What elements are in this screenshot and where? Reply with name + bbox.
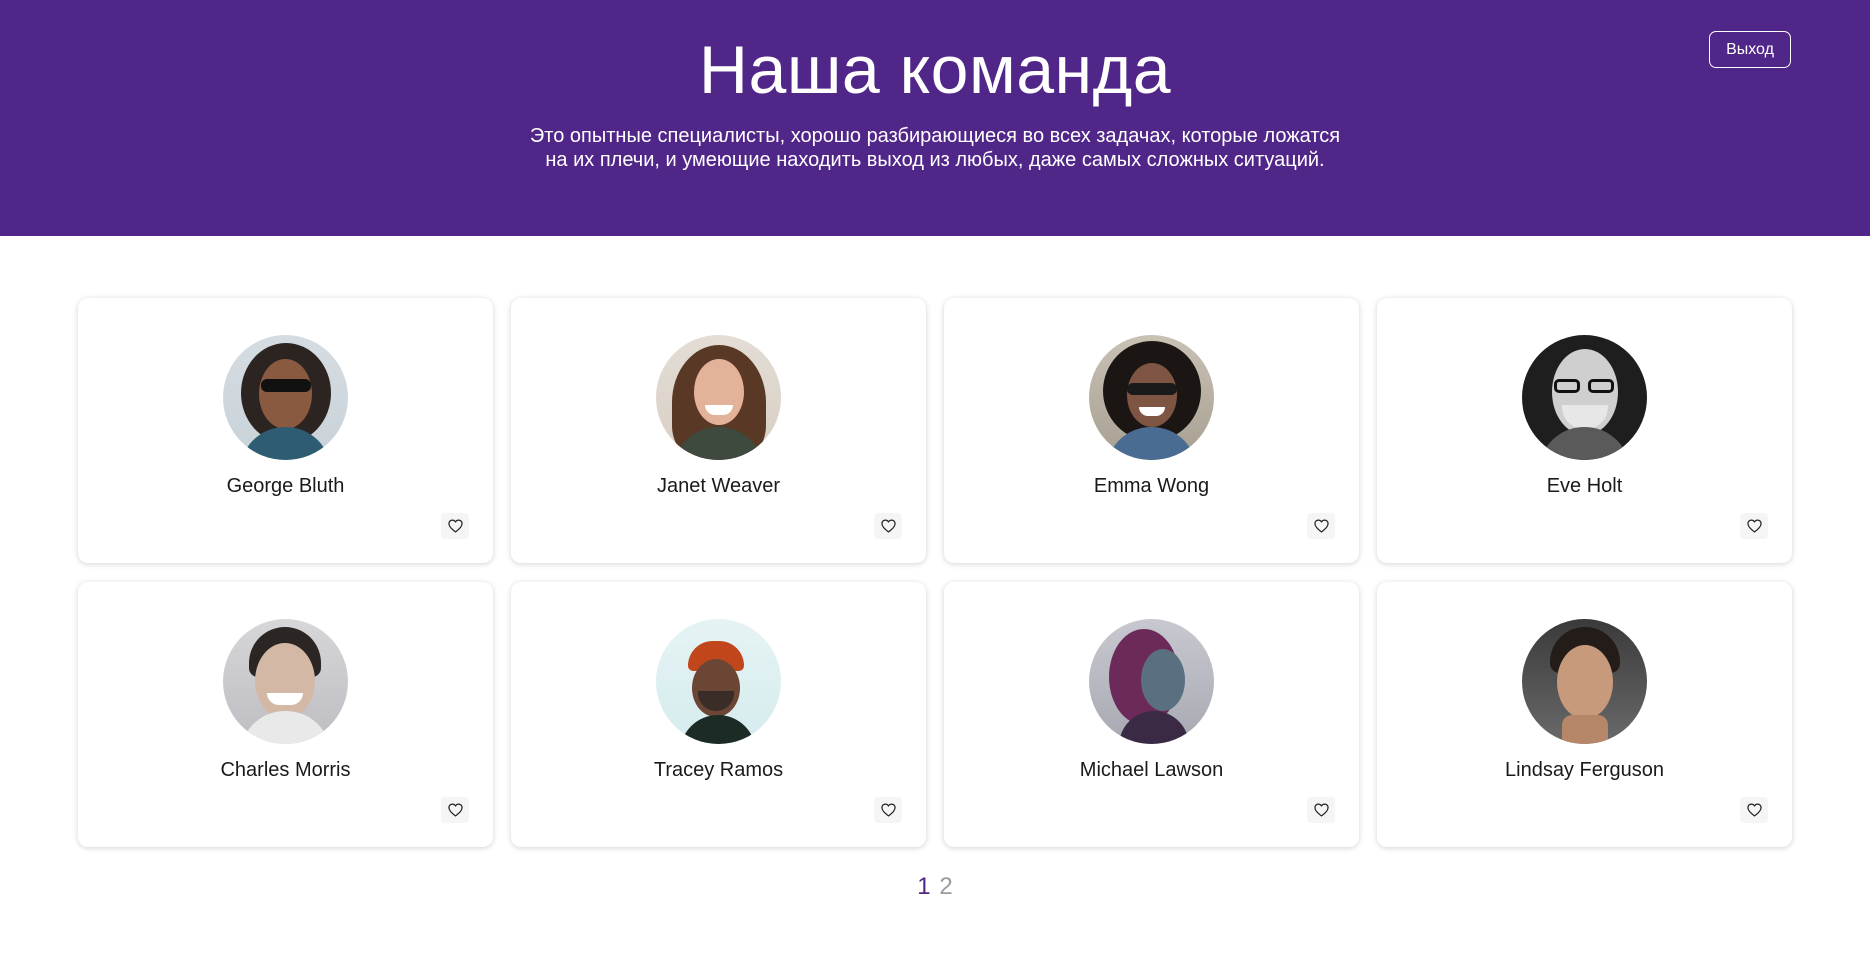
team-member-card[interactable]: Charles Morris bbox=[78, 582, 493, 847]
heart-outline-icon bbox=[880, 519, 896, 533]
member-name: Emma Wong bbox=[1093, 475, 1210, 497]
member-name: Lindsay Ferguson bbox=[1505, 759, 1664, 781]
logout-button[interactable]: Выход bbox=[1709, 31, 1791, 68]
avatar bbox=[1089, 619, 1214, 744]
heart-outline-icon bbox=[447, 803, 463, 817]
avatar bbox=[1522, 335, 1647, 460]
heart-outline-icon bbox=[1746, 519, 1762, 533]
like-button[interactable] bbox=[874, 797, 902, 823]
member-name: Eve Holt bbox=[1546, 475, 1623, 497]
team-member-card[interactable]: Lindsay Ferguson bbox=[1377, 582, 1792, 847]
like-button[interactable] bbox=[1740, 513, 1768, 539]
like-button[interactable] bbox=[441, 513, 469, 539]
team-member-card[interactable]: Emma Wong bbox=[944, 298, 1359, 563]
subtitle-line-2: на их плечи, и умеющие находить выход из… bbox=[545, 149, 1325, 171]
avatar bbox=[223, 335, 348, 460]
heart-outline-icon bbox=[880, 803, 896, 817]
heart-outline-icon bbox=[1313, 803, 1329, 817]
like-button[interactable] bbox=[874, 513, 902, 539]
team-member-card[interactable]: Eve Holt bbox=[1377, 298, 1792, 563]
like-button[interactable] bbox=[1740, 797, 1768, 823]
heart-outline-icon bbox=[1746, 803, 1762, 817]
like-button[interactable] bbox=[1307, 797, 1335, 823]
heart-outline-icon bbox=[447, 519, 463, 533]
team-member-card[interactable]: Janet Weaver bbox=[511, 298, 926, 563]
page-link-2[interactable]: 2 bbox=[939, 873, 952, 901]
page-subtitle: Это опытные специалисты, хорошо разбираю… bbox=[510, 124, 1360, 172]
team-member-card[interactable]: George Bluth bbox=[78, 298, 493, 563]
member-name: Michael Lawson bbox=[1079, 759, 1224, 781]
avatar bbox=[1522, 619, 1647, 744]
pagination: 1 2 bbox=[0, 873, 1870, 901]
like-button[interactable] bbox=[1307, 513, 1335, 539]
avatar bbox=[1089, 335, 1214, 460]
heart-outline-icon bbox=[1313, 519, 1329, 533]
team-member-card[interactable]: Michael Lawson bbox=[944, 582, 1359, 847]
page-header: Наша команда Это опытные специалисты, хо… bbox=[0, 0, 1870, 236]
avatar bbox=[223, 619, 348, 744]
member-name: Charles Morris bbox=[220, 759, 351, 781]
team-member-card[interactable]: Tracey Ramos bbox=[511, 582, 926, 847]
subtitle-line-1: Это опытные специалисты, хорошо разбираю… bbox=[529, 125, 1341, 147]
page-link-1[interactable]: 1 bbox=[917, 873, 930, 901]
like-button[interactable] bbox=[441, 797, 469, 823]
page-title: Наша команда bbox=[698, 32, 1172, 108]
member-name: Tracey Ramos bbox=[653, 759, 784, 781]
member-name: Janet Weaver bbox=[656, 475, 781, 497]
team-grid: George Bluth Janet Weaver Emma Wong Eve … bbox=[78, 298, 1792, 847]
avatar bbox=[656, 619, 781, 744]
avatar bbox=[656, 335, 781, 460]
member-name: George Bluth bbox=[226, 475, 345, 497]
